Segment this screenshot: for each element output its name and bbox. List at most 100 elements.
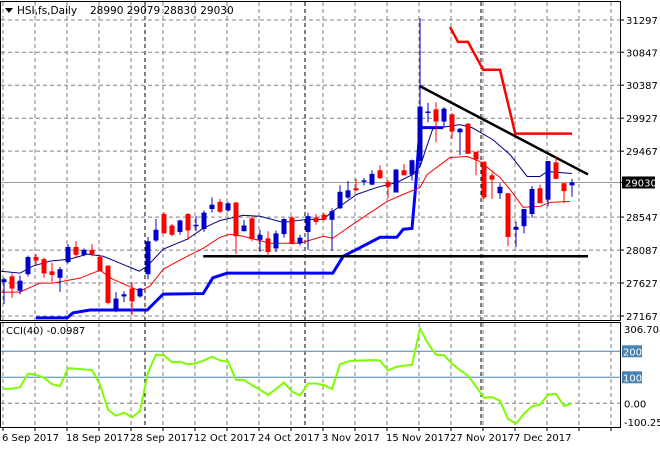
candle-body <box>233 202 239 237</box>
candle-body <box>225 203 231 211</box>
y-tick-label: 28547 <box>626 213 658 224</box>
candle-body <box>161 214 167 234</box>
candle-body <box>489 175 495 180</box>
candle-body <box>105 265 111 303</box>
candle-body <box>49 271 55 275</box>
candle-body <box>401 170 407 176</box>
ohlc-label: 28990 29079 28830 29030 <box>90 5 234 17</box>
candle-body <box>305 216 311 232</box>
cci-min-label: -100.258 <box>624 418 660 429</box>
candle-body <box>25 257 31 275</box>
candle-body <box>513 226 519 230</box>
x-tick-label: 3 Nov 2017 <box>322 433 380 444</box>
candle-body <box>449 114 455 132</box>
candle-body <box>217 201 223 212</box>
candle-body <box>425 111 431 114</box>
candle-body <box>313 217 319 222</box>
candle-body <box>273 233 279 249</box>
candle-body <box>369 173 375 185</box>
candle-body <box>209 204 215 209</box>
candle <box>465 122 471 154</box>
candle-body <box>89 249 95 255</box>
candle-body <box>1 279 7 283</box>
candle-body <box>465 123 471 154</box>
candle-body <box>169 225 175 235</box>
candle-body <box>289 217 295 245</box>
candle-body <box>9 276 15 289</box>
candle-body <box>113 298 119 312</box>
candle-body <box>473 151 479 160</box>
candle-body <box>297 237 303 244</box>
candle-body <box>73 246 79 255</box>
y-tick-label: 28087 <box>626 246 658 257</box>
x-tick-label: 6 Sep 2017 <box>2 433 59 444</box>
candle-body <box>201 212 207 230</box>
candle <box>105 265 111 305</box>
candle <box>249 216 255 242</box>
candle-body <box>537 188 543 204</box>
candle <box>137 287 143 298</box>
candle <box>161 212 167 234</box>
y-tick-label: 31297 <box>626 16 658 27</box>
x-tick-label: 28 Sep 2017 <box>130 433 193 444</box>
cci-zero-label: 0.00 <box>624 399 646 410</box>
cci-level-200-label: 200 <box>623 347 642 358</box>
candle-body <box>409 160 415 175</box>
candle-body <box>153 229 159 241</box>
candle-body <box>561 183 567 192</box>
candle-body <box>553 162 559 179</box>
candle-body <box>241 225 247 232</box>
candle-body <box>57 269 63 278</box>
y-tick-label: 29927 <box>626 114 658 125</box>
candle-body <box>145 241 151 275</box>
price-chart[interactable]: 31297 30847 30387 29927 29467 29030 28547 28087… <box>0 0 660 450</box>
candle-body <box>569 182 575 186</box>
candle-body <box>457 128 463 133</box>
candle-body <box>33 257 39 261</box>
candle-body <box>65 246 71 263</box>
candle-body <box>321 214 327 220</box>
candle-body <box>393 169 399 193</box>
candle <box>529 186 535 218</box>
x-tick-label: 24 Oct 2017 <box>258 433 320 444</box>
candle-body <box>505 193 511 237</box>
candle <box>225 201 231 212</box>
x-tick-label: 27 Nov 2017 <box>450 433 514 444</box>
candle-body <box>433 109 439 122</box>
y-tick-label: 27167 <box>626 312 658 323</box>
candle-body <box>129 288 135 302</box>
candle <box>169 224 175 237</box>
candle-body <box>265 238 271 252</box>
candle-body <box>545 160 551 200</box>
cci-level-100-label: 100 <box>623 373 642 384</box>
y-tick-label: 29467 <box>626 147 658 158</box>
candle-body <box>353 188 359 191</box>
candle-body <box>417 106 423 161</box>
candle-body <box>361 180 367 182</box>
candle-body <box>329 211 335 220</box>
candle-body <box>249 218 255 240</box>
y-tick-label: 30847 <box>626 48 658 59</box>
candle-body <box>281 219 287 235</box>
candle-body <box>377 170 383 179</box>
cci-max-label: 306.7083 <box>624 325 660 336</box>
candle-body <box>345 190 351 198</box>
candle <box>145 236 151 280</box>
candle-body <box>177 220 183 232</box>
candle-body <box>497 186 503 194</box>
x-tick-label: 7 Dec 2017 <box>514 433 572 444</box>
candle-body <box>529 188 535 215</box>
cci-label: CCI(40) -0.0987 <box>6 326 85 337</box>
candle <box>545 160 551 207</box>
candle-body <box>385 181 391 187</box>
candle-body <box>481 161 487 198</box>
current-price-label: 29030 <box>625 178 657 189</box>
candle-body <box>521 208 527 227</box>
x-tick-label: 18 Sep 2017 <box>66 433 129 444</box>
candle-body <box>137 288 143 297</box>
candle-body <box>185 214 191 231</box>
y-tick-label: 27627 <box>626 279 658 290</box>
candle-body <box>193 224 199 227</box>
candle-body <box>257 234 263 240</box>
x-tick-label: 12 Oct 2017 <box>194 433 256 444</box>
